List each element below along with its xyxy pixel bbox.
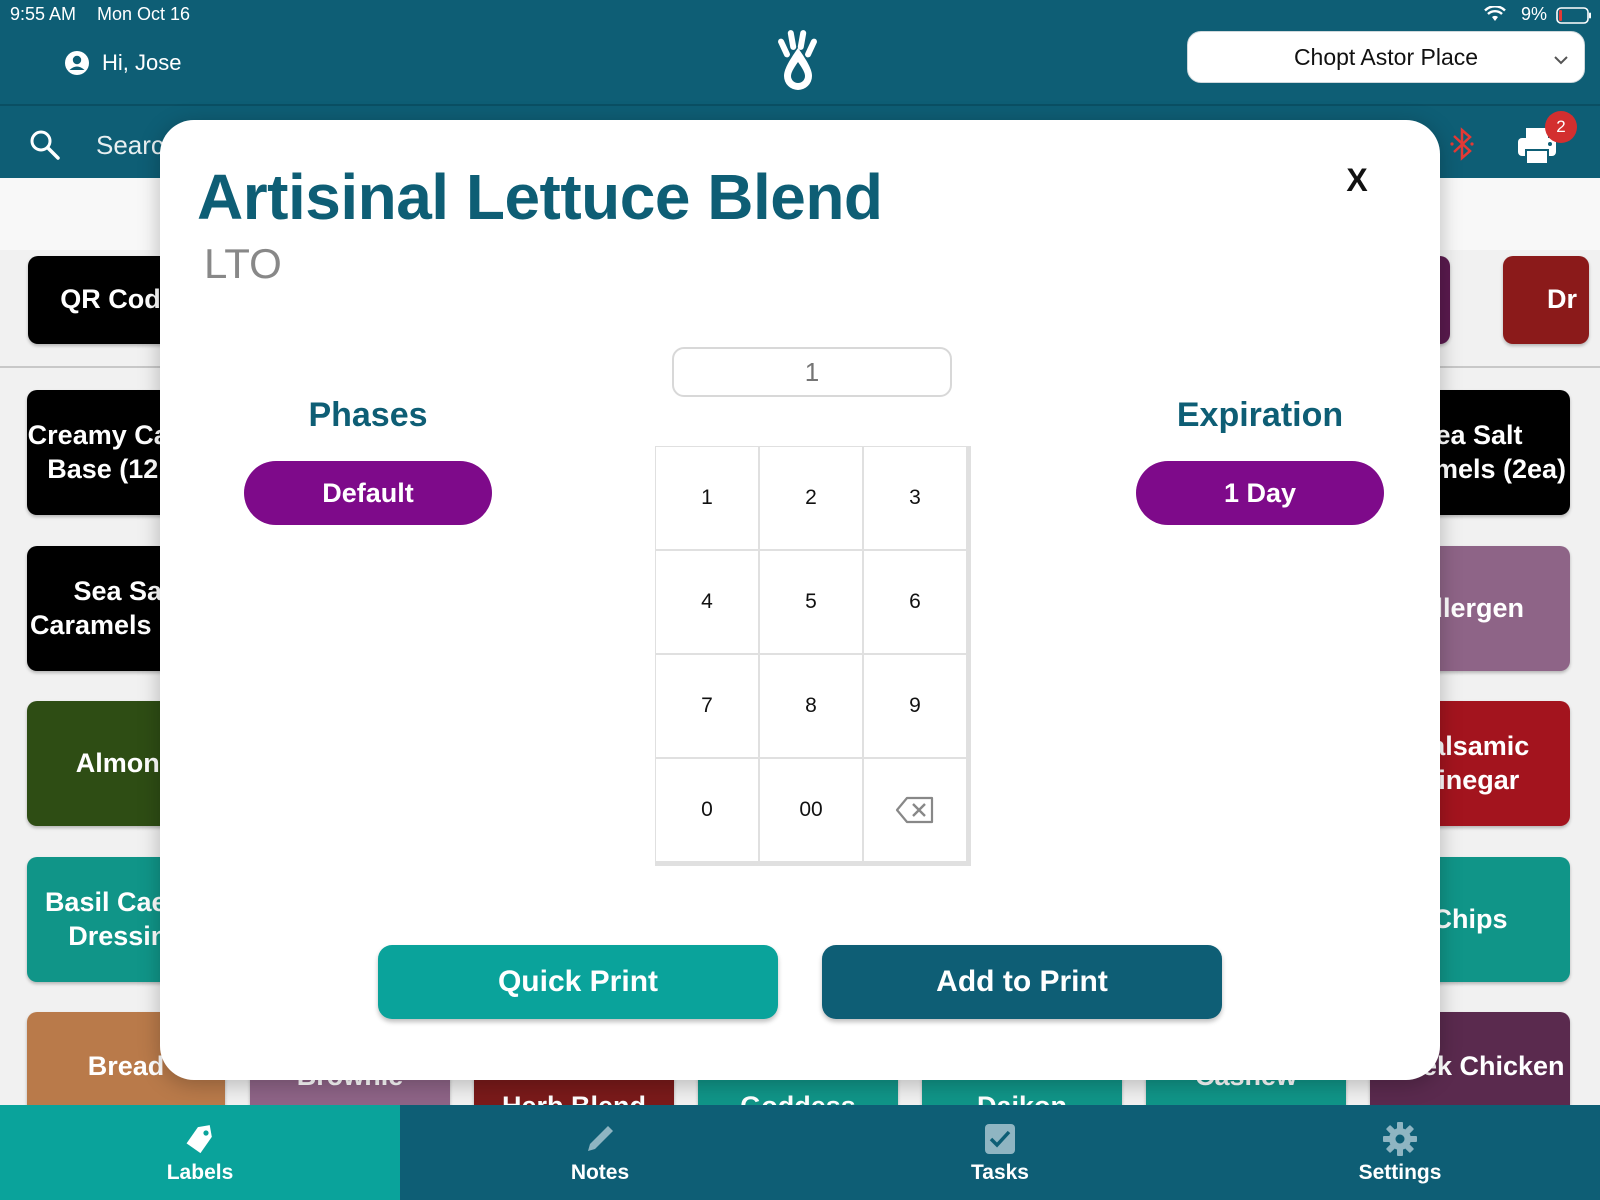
wifi-icon <box>1484 5 1506 22</box>
keypad-key-9[interactable]: 9 <box>864 655 966 757</box>
tab-label: Notes <box>570 1160 630 1184</box>
tab-labels[interactable]: Labels <box>0 1105 400 1200</box>
tab-notes[interactable]: Notes <box>400 1105 800 1200</box>
tab-label: Settings <box>1358 1160 1442 1184</box>
expiration-title: Expiration <box>1176 396 1344 434</box>
account-icon <box>64 50 90 76</box>
keypad-key-8[interactable]: 8 <box>760 655 862 757</box>
keypad-key-0[interactable]: 0 <box>656 759 758 861</box>
keypad-key-2[interactable]: 2 <box>760 447 862 549</box>
status-time: 9:55 AM <box>10 4 77 24</box>
location-select[interactable]: Chopt Astor Place <box>1187 31 1585 83</box>
keypad-key-00[interactable]: 00 <box>760 759 862 861</box>
location-value: Chopt Astor Place <box>1293 43 1479 70</box>
backspace-key[interactable] <box>864 759 966 861</box>
keypad-key-7[interactable]: 7 <box>656 655 758 757</box>
keypad-key-1[interactable]: 1 <box>656 447 758 549</box>
battery-percent: 9% <box>1521 4 1548 24</box>
modal-subtitle: LTO <box>204 240 282 287</box>
user-greeting[interactable]: Hi, Jose <box>64 50 181 76</box>
quantity-input[interactable] <box>672 347 952 397</box>
tag-icon <box>186 1124 212 1153</box>
chevron-down-icon <box>1552 48 1570 66</box>
checkbox-icon <box>985 1123 1015 1154</box>
tab-label: Tasks <box>971 1160 1029 1184</box>
keypad-key-4[interactable]: 4 <box>656 551 758 653</box>
filter-chip-dr[interactable]: Dr <box>1503 256 1589 344</box>
bluetooth-icon[interactable] <box>1448 126 1476 162</box>
keypad-key-5[interactable]: 5 <box>760 551 862 653</box>
search-icon[interactable] <box>28 128 62 162</box>
phase-select-button[interactable]: Default <box>244 461 492 525</box>
keypad-key-6[interactable]: 6 <box>864 551 966 653</box>
close-button[interactable]: X <box>1340 160 1374 200</box>
modal-title: Artisinal Lettuce Blend <box>197 161 883 233</box>
pencil-icon <box>588 1125 613 1151</box>
tab-tasks[interactable]: Tasks <box>800 1105 1200 1200</box>
backspace-icon <box>895 796 934 824</box>
phases-title: Phases <box>308 396 428 434</box>
printer-badge: 2 <box>1545 111 1577 143</box>
gear-icon <box>1383 1121 1417 1156</box>
status-date: Mon Oct 16 <box>97 4 191 24</box>
bottom-tab-bar: Labels Notes Tasks Settings <box>0 1105 1600 1200</box>
tab-settings[interactable]: Settings <box>1200 1105 1600 1200</box>
greeting-text: Hi, Jose <box>102 50 182 75</box>
numeric-keypad: 1 2 3 4 5 6 7 8 9 0 00 <box>655 446 971 866</box>
keypad-key-3[interactable]: 3 <box>864 447 966 549</box>
battery-icon <box>1556 7 1592 24</box>
tab-label: Labels <box>166 1160 234 1184</box>
app-logo-icon <box>770 26 826 92</box>
expiration-select-button[interactable]: 1 Day <box>1136 461 1384 525</box>
quick-print-button[interactable]: Quick Print <box>378 945 778 1019</box>
add-to-print-button[interactable]: Add to Print <box>822 945 1222 1019</box>
